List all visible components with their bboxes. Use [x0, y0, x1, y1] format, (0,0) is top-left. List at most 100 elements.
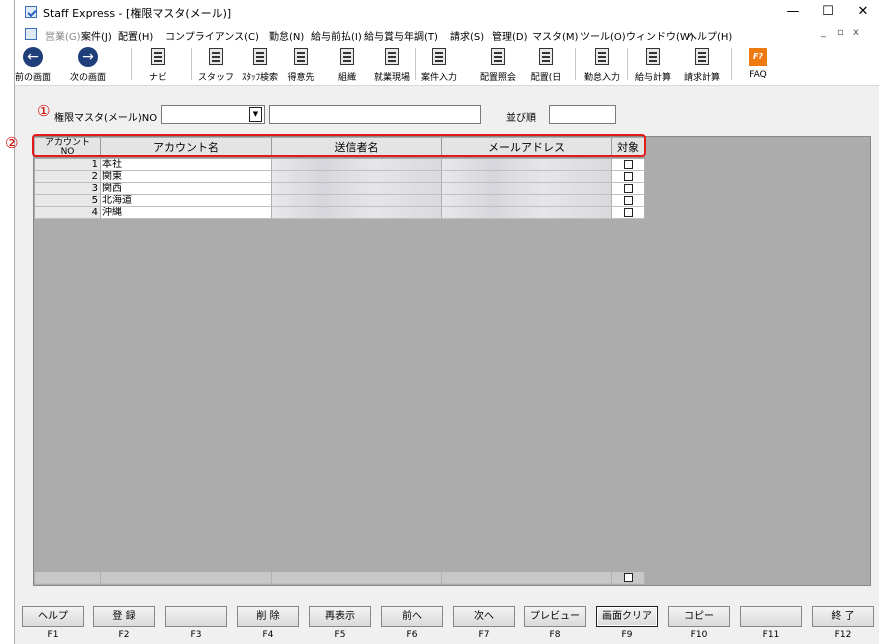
- toolbar-button-label: 配置照会: [479, 73, 516, 83]
- toolbar-button-case-entry[interactable]: 案件入力: [417, 46, 461, 84]
- order-input[interactable]: [549, 105, 616, 124]
- function-key-label: F3: [190, 630, 202, 640]
- footer-cell: [35, 572, 101, 584]
- menu-item[interactable]: ヘルプ(H): [687, 28, 732, 43]
- toolbar-button-label: FAQ: [749, 70, 767, 80]
- function-button-f6[interactable]: 前へ: [381, 606, 443, 627]
- permission-name-input[interactable]: [269, 105, 481, 124]
- account-name-cell: 沖縄: [101, 207, 272, 219]
- mdi-minimize-button[interactable]: _: [821, 27, 826, 38]
- menu-item[interactable]: ウィンドウ(W): [626, 28, 694, 43]
- table-row[interactable]: 2 関東: [35, 171, 645, 183]
- menu-item[interactable]: 管理(D): [492, 28, 528, 43]
- function-button-f12[interactable]: 終 了: [812, 606, 874, 627]
- toolbar-button-workplace[interactable]: 就業現場: [369, 46, 415, 84]
- toolbar-separator: [731, 48, 732, 80]
- sender-name-cell-redacted: [272, 171, 442, 183]
- minimize-button[interactable]: —: [778, 3, 808, 21]
- toolbar-button-placement-daily[interactable]: 配置(日: [525, 46, 567, 84]
- toolbar-button-forward-arrow[interactable]: → 次の画面: [67, 46, 109, 84]
- function-button-f1[interactable]: ヘルプ: [22, 606, 84, 627]
- function-key-label: F10: [690, 630, 708, 640]
- menu-item[interactable]: 配置(H): [118, 28, 153, 43]
- toolbar-button-navi[interactable]: ナビ: [143, 46, 173, 84]
- menu-item[interactable]: 営業(G): [45, 28, 81, 43]
- function-key-label: F8: [549, 630, 561, 640]
- toolbar-button-attendance-entry[interactable]: 勤怠入力: [580, 46, 624, 84]
- mdi-restore-button[interactable]: ▫: [837, 27, 844, 38]
- toolbar-button-staff[interactable]: スタッフ: [197, 46, 235, 84]
- mdi-app-icon: [25, 28, 37, 40]
- function-button-f3[interactable]: [165, 606, 227, 627]
- function-button-f10[interactable]: コピー: [668, 606, 730, 627]
- attendance-entry-icon-glyph: [595, 48, 609, 65]
- toolbar-button-label: 勤怠入力: [583, 73, 620, 83]
- function-button-f5[interactable]: 再表示: [309, 606, 371, 627]
- mdi-close-button[interactable]: x: [853, 27, 859, 38]
- toolbar-button-back-arrow[interactable]: ← 前の画面: [15, 46, 51, 84]
- close-button[interactable]: ✕: [848, 3, 878, 21]
- function-button-f4[interactable]: 削 除: [237, 606, 299, 627]
- billing-icon: [679, 46, 725, 68]
- target-checkbox[interactable]: [623, 160, 633, 169]
- target-checkbox[interactable]: [623, 184, 633, 193]
- navi-icon: [143, 46, 173, 68]
- function-button-f11[interactable]: [740, 606, 802, 627]
- chevron-down-icon[interactable]: ▼: [249, 107, 262, 122]
- toolbar-button-payroll[interactable]: 給与計算: [633, 46, 673, 84]
- back-arrow-icon-glyph: ←: [23, 47, 43, 67]
- toolbar-button-faq[interactable]: F? FAQ: [742, 46, 774, 84]
- table-row[interactable]: 5 北海道: [35, 195, 645, 207]
- table-row[interactable]: 3 関西: [35, 183, 645, 195]
- target-checkbox[interactable]: [623, 196, 633, 205]
- staff-search-icon-glyph: [253, 48, 267, 65]
- faq-icon: F?: [742, 46, 774, 68]
- menu-item[interactable]: コンプライアンス(C): [165, 28, 259, 43]
- function-key-label: F5: [334, 630, 346, 640]
- placement-daily-icon: [525, 46, 567, 68]
- function-key-bar: ヘルプ F1 登 録 F2 F3 削 除 F4 再表示 F5 前へ F6 次へ F7 プレビュー F8 画面ク…: [15, 604, 879, 644]
- function-key-label: F1: [47, 630, 59, 640]
- sender-name-cell-redacted: [272, 159, 442, 171]
- function-button-f9[interactable]: 画面クリア: [596, 606, 658, 627]
- table-row[interactable]: 4 沖縄: [35, 207, 645, 219]
- menu-item[interactable]: 給与前払(I): [311, 28, 362, 43]
- menu-item[interactable]: ツール(O): [580, 28, 626, 43]
- title-bar: Staff Express - [権限マスタ(メール)] — ☐ ✕: [15, 0, 879, 24]
- maximize-button[interactable]: ☐: [813, 3, 843, 21]
- target-cell: [612, 183, 645, 195]
- target-cell: [612, 207, 645, 219]
- toolbar-button-label: 次の画面: [69, 73, 106, 83]
- toolbar-button-client[interactable]: 得意先: [283, 46, 319, 84]
- toolbar-button-placement-query[interactable]: 配置照会: [475, 46, 521, 84]
- forward-arrow-icon-glyph: →: [78, 47, 98, 67]
- menu-item[interactable]: 勤怠(N): [269, 28, 304, 43]
- payroll-icon: [633, 46, 673, 68]
- menu-item[interactable]: 案件(J): [81, 28, 112, 43]
- account-name-cell: 北海道: [101, 195, 272, 207]
- select-all-checkbox[interactable]: [623, 573, 633, 582]
- footer-cell: [272, 572, 442, 584]
- account-no-cell: 5: [35, 195, 101, 207]
- attendance-entry-icon: [580, 46, 624, 68]
- menu-item[interactable]: 請求(S): [450, 28, 484, 43]
- function-button-f2[interactable]: 登 録: [93, 606, 155, 627]
- email-cell-redacted: [442, 171, 612, 183]
- function-button-f8[interactable]: プレビュー: [524, 606, 586, 627]
- menu-item[interactable]: 給与賞与年調(T): [364, 28, 438, 43]
- staff-icon: [197, 46, 235, 68]
- function-button-f7[interactable]: 次へ: [453, 606, 515, 627]
- function-key-label: F6: [406, 630, 418, 640]
- footer-cell: [442, 572, 612, 584]
- toolbar-button-billing[interactable]: 請求計算: [679, 46, 725, 84]
- target-checkbox[interactable]: [623, 172, 633, 181]
- annotation-marker-1: ①: [37, 102, 51, 120]
- organization-icon: [331, 46, 363, 68]
- table-row[interactable]: 1 本社: [35, 159, 645, 171]
- toolbar-button-organization[interactable]: 組織: [331, 46, 363, 84]
- menu-item[interactable]: マスタ(M): [532, 28, 578, 43]
- permission-no-select[interactable]: ▼: [161, 105, 265, 124]
- target-checkbox[interactable]: [623, 208, 633, 217]
- toolbar-separator: [575, 48, 576, 80]
- toolbar-button-staff-search[interactable]: ｽﾀｯﾌ検索: [241, 46, 279, 84]
